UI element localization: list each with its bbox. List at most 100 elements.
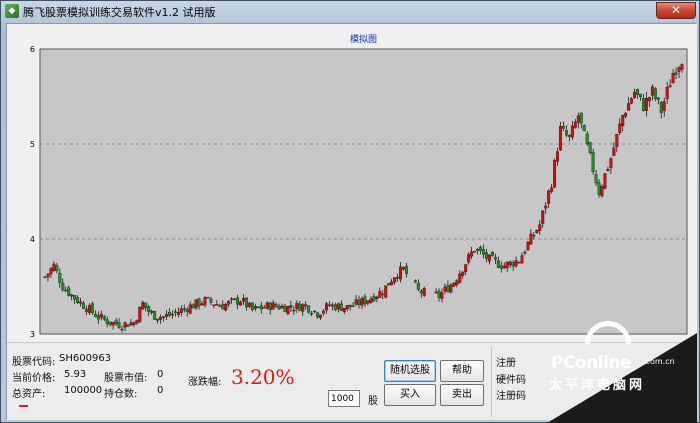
- candle-body-148: [482, 249, 485, 255]
- candle-body-215: [680, 64, 684, 70]
- candle-body-101: [342, 307, 346, 312]
- candle-body-102: [345, 305, 349, 310]
- change-percent: 3.20%: [231, 365, 295, 389]
- candle-body-109: [366, 300, 370, 304]
- holding-label: 持仓数:: [104, 389, 138, 400]
- quantity-unit: 股: [368, 396, 378, 407]
- candle-body-193: [615, 134, 619, 147]
- candle-body-17: [93, 313, 97, 317]
- candle-body-83: [289, 305, 293, 308]
- candle-body-189: [603, 173, 607, 189]
- app-stock-icon: ◆: [5, 4, 19, 18]
- candle-body-97: [330, 304, 334, 307]
- candle-body-175: [562, 126, 565, 129]
- candle-body-166: [535, 230, 539, 233]
- candle-body-211: [668, 85, 672, 88]
- candle-body-214: [677, 67, 681, 72]
- candle-body-14: [85, 308, 88, 312]
- candle-body-140: [458, 273, 462, 283]
- buy-button[interactable]: 买入: [384, 384, 436, 406]
- candle-body-89: [307, 305, 311, 313]
- candle-body-80: [280, 305, 284, 309]
- y-tick-label-6: 6: [30, 45, 35, 54]
- candle-body-0: [43, 276, 47, 278]
- candle-body-2: [49, 268, 53, 275]
- candle-body-182: [582, 125, 586, 132]
- candle-body-82: [286, 306, 290, 315]
- candle-body-53: [200, 303, 204, 305]
- candle-body-164: [529, 233, 533, 245]
- candle-body-205: [650, 86, 654, 96]
- candle-body-212: [671, 73, 675, 84]
- candle-body-150: [487, 254, 491, 262]
- candle-body-174: [559, 126, 562, 151]
- candle-body-43: [170, 313, 174, 316]
- candle-body-34: [144, 302, 148, 308]
- close-button[interactable]: ✕: [656, 2, 696, 19]
- candle-body-110: [369, 298, 373, 303]
- candle-body-183: [585, 133, 589, 145]
- random-pick-button[interactable]: 随机选股: [384, 360, 436, 382]
- candle-body-127: [419, 290, 423, 294]
- candle-body-12: [79, 301, 83, 304]
- candle-body-143: [467, 254, 471, 263]
- candle-body-87: [301, 304, 305, 312]
- candle-body-75: [265, 302, 269, 309]
- candle-body-20: [102, 316, 106, 320]
- candle-body-68: [245, 297, 248, 308]
- candle-body-99: [336, 303, 340, 310]
- candle-body-161: [520, 255, 524, 264]
- candle-body-86: [298, 303, 302, 311]
- candle-body-41: [165, 314, 168, 317]
- candle-body-56: [209, 298, 213, 303]
- candle-body-192: [612, 147, 616, 156]
- help-button[interactable]: 帮助: [440, 360, 484, 382]
- candle-body-108: [363, 296, 367, 305]
- candle-body-50: [191, 304, 195, 309]
- quantity-input[interactable]: [328, 390, 360, 407]
- candle-body-177: [567, 134, 571, 137]
- sell-button[interactable]: 卖出: [440, 384, 484, 406]
- market-value-value: 0: [157, 369, 164, 380]
- candle-body-190: [606, 169, 610, 171]
- candle-body-118: [393, 277, 397, 283]
- candle-body-30: [132, 322, 136, 325]
- candle-body-40: [162, 316, 165, 318]
- holding-value: 0: [157, 385, 164, 396]
- candle-body-18: [96, 315, 100, 320]
- register-label[interactable]: 注册: [496, 354, 516, 369]
- title-bar[interactable]: ◆ 腾飞股票模拟训练交易软件v1.2 试用版 ✕: [1, 1, 700, 21]
- candle-body-125: [413, 280, 417, 283]
- candle-body-208: [659, 102, 663, 113]
- candle-body-157: [508, 261, 512, 265]
- candle-body-168: [541, 210, 545, 224]
- candle-body-16: [90, 303, 94, 313]
- candle-body-139: [455, 280, 459, 286]
- candle-body-27: [123, 322, 127, 328]
- candle-body-61: [224, 304, 228, 311]
- candle-body-44: [173, 311, 177, 313]
- candle-body-152: [493, 257, 497, 260]
- stock-code-value: SH600963: [59, 353, 112, 364]
- candle-body-31: [135, 320, 139, 324]
- candle-body-198: [630, 98, 634, 104]
- candle-body-45: [176, 312, 180, 315]
- candle-body-171: [550, 187, 554, 192]
- candle-body-173: [556, 151, 560, 162]
- candle-body-162: [523, 251, 527, 254]
- candle-body-65: [236, 297, 240, 305]
- candle-body-107: [360, 298, 364, 306]
- candle-body-3: [52, 263, 56, 271]
- candle-body-100: [339, 303, 343, 311]
- market-value-label: 股票市值:: [104, 373, 148, 384]
- candle-body-94: [322, 310, 325, 314]
- candle-body-8: [67, 287, 71, 296]
- candle-body-52: [197, 298, 201, 307]
- candle-body-114: [381, 293, 385, 296]
- candle-body-185: [591, 151, 595, 172]
- candle-body-7: [64, 289, 68, 292]
- panel-divider: [491, 347, 492, 417]
- candle-body-149: [485, 252, 488, 259]
- candle-body-49: [188, 304, 192, 314]
- candle-body-67: [242, 298, 245, 302]
